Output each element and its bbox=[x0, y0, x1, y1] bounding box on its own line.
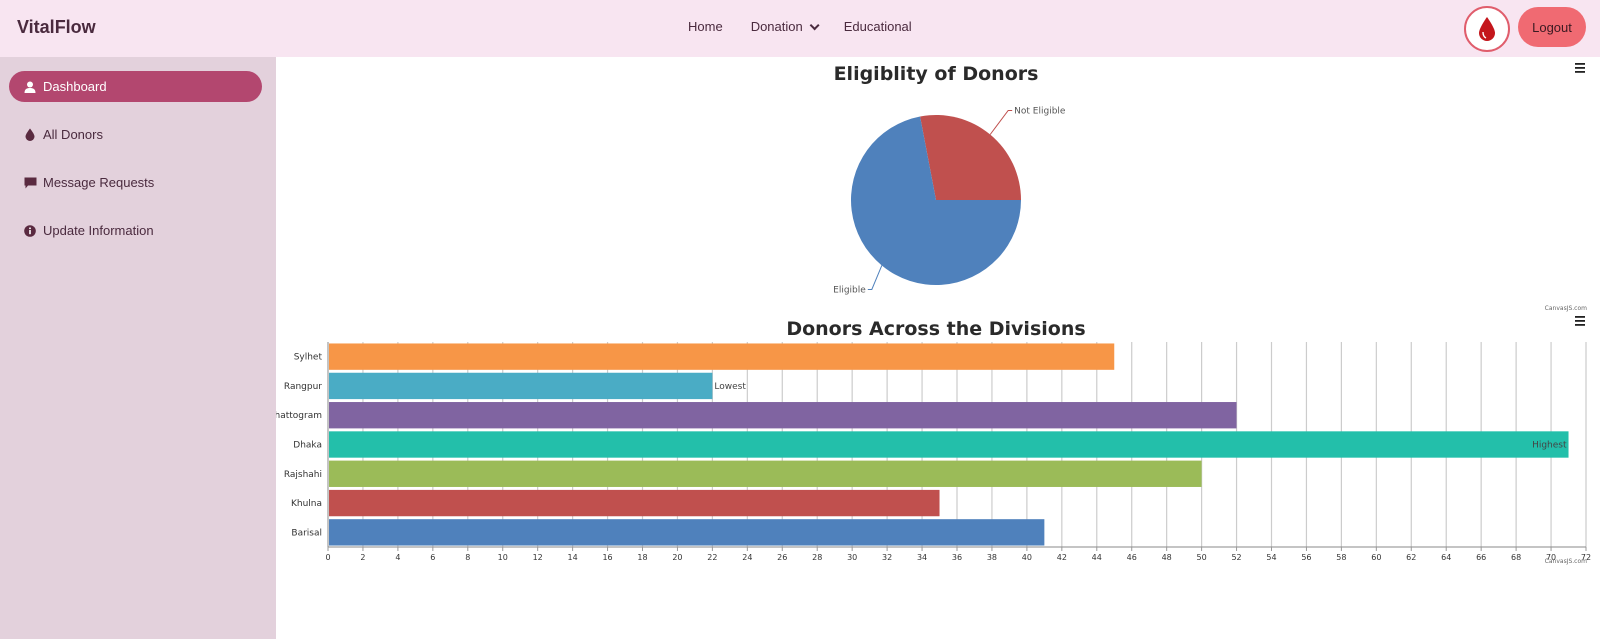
bar-index-label: Lowest bbox=[714, 382, 746, 392]
tick-label: 16 bbox=[602, 553, 612, 562]
tick-label: 34 bbox=[917, 553, 927, 562]
nav-educational[interactable]: Educational bbox=[844, 19, 912, 34]
tick-label: 56 bbox=[1301, 553, 1311, 562]
sidebar-item-all-donors[interactable]: All Donors bbox=[9, 119, 262, 150]
message-icon bbox=[23, 176, 37, 190]
tick-label: 6 bbox=[430, 553, 435, 562]
sidebar: Dashboard All Donors Message Requests Up… bbox=[0, 57, 276, 639]
tick-label: 66 bbox=[1476, 553, 1486, 562]
info-icon bbox=[23, 224, 37, 238]
tick-label: 0 bbox=[325, 553, 330, 562]
tick-label: 8 bbox=[465, 553, 470, 562]
tick-label: 62 bbox=[1406, 553, 1416, 562]
pie-label-connector bbox=[989, 110, 1013, 135]
bar-credit: CanvasJS.com bbox=[1545, 558, 1587, 565]
bar-barisal bbox=[329, 519, 1045, 546]
top-navbar: VitalFlow Home Donation Educational Logo… bbox=[0, 0, 1600, 57]
tick-label: 38 bbox=[987, 553, 997, 562]
tick-label: 12 bbox=[533, 553, 543, 562]
sidebar-item-update-information[interactable]: Update Information bbox=[9, 215, 262, 246]
nav-donation-label: Donation bbox=[750, 19, 803, 34]
logout-button[interactable]: Logout bbox=[1518, 7, 1586, 47]
category-label: Dhaka bbox=[293, 441, 322, 451]
bar-rangpur bbox=[329, 372, 713, 400]
tick-label: 2 bbox=[360, 553, 365, 562]
sidebar-item-label: Dashboard bbox=[43, 79, 107, 94]
bar-dhaka bbox=[329, 431, 1569, 458]
sidebar-item-label: Update Information bbox=[43, 223, 154, 238]
pie-credit: CanvasJS.com bbox=[1545, 305, 1587, 312]
tick-label: 52 bbox=[1231, 553, 1241, 562]
drop-icon bbox=[23, 128, 37, 142]
category-label: Rangpur bbox=[284, 382, 322, 392]
bar-category-labels: Barisal Khulna Rajshahi Dhaka Chattogram Rang… bbox=[268, 353, 323, 539]
category-label: Rajshahi bbox=[284, 470, 322, 480]
category-label: Chattogram bbox=[276, 411, 322, 421]
bar-axis-ticks: 0 2 4 6 8 10 12 14 16 18 20 22 24 26 28 30 32 34 36 38 40 42 4… bbox=[325, 547, 1591, 562]
blood-drop-icon bbox=[1479, 17, 1495, 41]
pie-menu-icon[interactable] bbox=[1574, 62, 1586, 74]
chevron-down-icon bbox=[809, 20, 820, 31]
pie-slice-label: Not Eligible bbox=[1014, 107, 1066, 117]
tick-label: 54 bbox=[1266, 553, 1276, 562]
nav-donation-dropdown[interactable]: Donation bbox=[750, 19, 820, 34]
tick-label: 68 bbox=[1511, 553, 1521, 562]
category-label: Khulna bbox=[291, 499, 322, 509]
sidebar-item-message-requests[interactable]: Message Requests bbox=[9, 167, 262, 198]
pie-slice-label: Eligible bbox=[833, 285, 866, 295]
tick-label: 20 bbox=[672, 553, 682, 562]
tick-label: 58 bbox=[1336, 553, 1346, 562]
tick-label: 64 bbox=[1441, 553, 1451, 562]
tick-label: 30 bbox=[847, 553, 857, 562]
tick-label: 50 bbox=[1197, 553, 1207, 562]
tick-label: 4 bbox=[395, 553, 400, 562]
tick-label: 44 bbox=[1092, 553, 1102, 562]
category-label: Sylhet bbox=[294, 353, 323, 363]
bar-khulna bbox=[329, 489, 940, 517]
bar-chart: Donors Across the Divisions Barisal Khuln… bbox=[268, 315, 1591, 565]
main-nav: Home Donation Educational bbox=[688, 19, 940, 34]
bar-bars bbox=[329, 343, 1569, 546]
category-label: Barisal bbox=[291, 528, 322, 538]
tick-label: 26 bbox=[777, 553, 787, 562]
tick-label: 46 bbox=[1127, 553, 1137, 562]
tick-label: 48 bbox=[1162, 553, 1172, 562]
tick-label: 60 bbox=[1371, 553, 1381, 562]
dashboard-charts: Eligiblity of Donors Not Eligible Eligibl… bbox=[268, 57, 1600, 639]
bar-index-label: Highest bbox=[1532, 441, 1567, 451]
tick-label: 18 bbox=[637, 553, 647, 562]
pie-slices bbox=[851, 115, 1021, 285]
tick-label: 14 bbox=[568, 553, 578, 562]
bar-rajshahi bbox=[329, 460, 1202, 487]
sidebar-item-label: Message Requests bbox=[43, 175, 155, 190]
charts-canvas: Eligiblity of Donors Not Eligible Eligibl… bbox=[268, 62, 1591, 565]
bar-menu-icon[interactable] bbox=[1574, 315, 1586, 327]
blood-drop-button[interactable] bbox=[1464, 6, 1510, 52]
bar-sylhet bbox=[329, 343, 1115, 370]
tick-label: 42 bbox=[1057, 553, 1067, 562]
tick-label: 24 bbox=[742, 553, 752, 562]
tick-label: 28 bbox=[812, 553, 822, 562]
tick-label: 40 bbox=[1022, 553, 1032, 562]
pie-slice bbox=[920, 115, 1021, 200]
sidebar-item-dashboard[interactable]: Dashboard bbox=[9, 71, 262, 102]
pie-chart: Eligiblity of Donors Not Eligible Eligibl… bbox=[833, 62, 1587, 312]
nav-home[interactable]: Home bbox=[688, 19, 723, 34]
tick-label: 22 bbox=[707, 553, 717, 562]
pie-chart-title: Eligiblity of Donors bbox=[834, 63, 1039, 85]
sidebar-item-label: All Donors bbox=[43, 127, 103, 142]
brand-logo[interactable]: VitalFlow bbox=[17, 17, 96, 38]
bar-chattogram bbox=[329, 402, 1237, 429]
bar-chart-title: Donors Across the Divisions bbox=[786, 318, 1085, 340]
tick-label: 32 bbox=[882, 553, 892, 562]
tick-label: 36 bbox=[952, 553, 962, 562]
user-icon bbox=[23, 80, 37, 94]
pie-label-connector bbox=[867, 265, 883, 290]
tick-label: 10 bbox=[498, 553, 508, 562]
